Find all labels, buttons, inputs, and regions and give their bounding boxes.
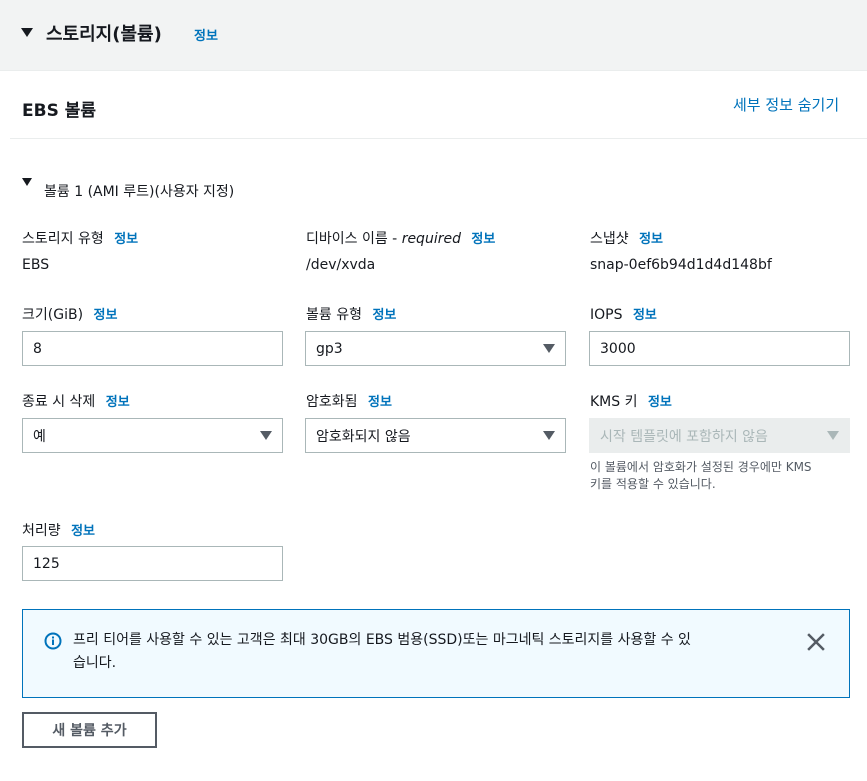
iops-info-link[interactable]: 정보 — [633, 308, 657, 323]
throughput-input[interactable] — [22, 546, 283, 581]
dropdown-triangle-icon — [827, 431, 839, 440]
encrypted-selected-value: 암호화되지 않음 — [316, 428, 411, 445]
device-name-info-link[interactable]: 정보 — [471, 232, 495, 247]
volume-1-title[interactable]: 볼륨 1 (AMI 루트)(사용자 지정) — [44, 181, 234, 201]
hide-details-link[interactable]: 세부 정보 숨기기 — [733, 94, 839, 115]
kms-key-select: 시작 템플릿에 포함하지 않음 — [589, 418, 850, 453]
kms-key-hint: 이 볼륨에서 암호화가 설정된 경우에만 KMS 키를 적용할 수 있습니다. — [590, 459, 812, 493]
throughput-label: 처리량 정보 — [22, 520, 95, 540]
volume-expand-caret-icon[interactable] — [22, 178, 32, 186]
snapshot-label: 스냅샷 정보 — [590, 228, 663, 248]
size-label: 크기(GiB) 정보 — [22, 304, 117, 324]
alert-message-line2: 습니다. — [73, 655, 117, 671]
section-title: 스토리지(볼륨) — [46, 24, 162, 45]
required-text: required — [401, 231, 461, 247]
volume-type-label-text: 볼륨 유형 — [306, 307, 362, 323]
divider — [10, 138, 867, 139]
delete-on-termination-select[interactable]: 예 — [22, 418, 283, 453]
close-icon[interactable] — [807, 633, 825, 651]
encrypted-label-text: 암호화됨 — [306, 394, 358, 410]
storage-type-label-text: 스토리지 유형 — [22, 231, 104, 247]
iops-input[interactable] — [589, 331, 850, 366]
delete-on-termination-selected-value: 예 — [33, 428, 46, 445]
encrypted-label: 암호화됨 정보 — [306, 391, 392, 411]
alert-message-line1: 프리 티어를 사용할 수 있는 고객은 최대 30GB의 EBS 범용(SSD)… — [73, 632, 691, 648]
dropdown-triangle-icon — [543, 344, 555, 353]
device-name-value: /dev/xvda — [306, 257, 376, 273]
kms-key-hint-line1: 이 볼륨에서 암호화가 설정된 경우에만 KMS — [590, 460, 812, 474]
kms-key-info-link[interactable]: 정보 — [648, 395, 672, 410]
size-label-text: 크기(GiB) — [22, 307, 84, 323]
snapshot-info-link[interactable]: 정보 — [639, 232, 663, 247]
device-name-label: 디바이스 이름 - required 정보 — [306, 228, 495, 248]
kms-key-hint-line2: 키를 적용할 수 있습니다. — [590, 477, 716, 491]
kms-key-selected-value: 시작 템플릿에 포함하지 않음 — [600, 428, 768, 445]
storage-type-info-link[interactable]: 정보 — [114, 232, 138, 247]
ebs-volumes-title: EBS 볼륨 — [22, 101, 97, 121]
kms-key-label-text: KMS 키 — [590, 394, 638, 410]
section-info-link[interactable]: 정보 — [194, 25, 218, 44]
throughput-info-link[interactable]: 정보 — [71, 524, 95, 539]
snapshot-label-text: 스냅샷 — [590, 231, 629, 247]
storage-type-label: 스토리지 유형 정보 — [22, 228, 138, 248]
kms-key-label: KMS 키 정보 — [590, 391, 672, 411]
volume-type-select[interactable]: gp3 — [305, 331, 566, 366]
storage-type-value: EBS — [22, 257, 50, 273]
delete-on-termination-label: 종료 시 삭제 정보 — [22, 391, 130, 411]
throughput-label-text: 처리량 — [22, 523, 61, 539]
snapshot-value: snap-0ef6b94d1d4d148bf — [590, 257, 772, 273]
dropdown-triangle-icon — [543, 431, 555, 440]
volume-type-info-link[interactable]: 정보 — [372, 308, 396, 323]
size-input[interactable] — [22, 331, 283, 366]
size-info-link[interactable]: 정보 — [93, 308, 117, 323]
volume-type-selected-value: gp3 — [316, 340, 343, 357]
dropdown-triangle-icon — [260, 431, 272, 440]
add-new-volume-button[interactable]: 새 볼륨 추가 — [22, 712, 157, 748]
encrypted-select[interactable]: 암호화되지 않음 — [305, 418, 566, 453]
alert-message: 프리 티어를 사용할 수 있는 고객은 최대 30GB의 EBS 범용(SSD)… — [73, 629, 773, 675]
info-circle-icon — [44, 632, 62, 650]
iops-label-text: IOPS — [590, 307, 623, 323]
iops-label: IOPS 정보 — [590, 304, 657, 323]
delete-on-termination-info-link[interactable]: 정보 — [106, 395, 130, 410]
volume-type-label: 볼륨 유형 정보 — [306, 304, 396, 324]
encrypted-info-link[interactable]: 정보 — [368, 395, 392, 410]
delete-on-termination-label-text: 종료 시 삭제 — [22, 394, 96, 410]
collapse-caret-icon[interactable] — [21, 28, 33, 37]
device-name-label-text: 디바이스 이름 - — [306, 231, 402, 247]
